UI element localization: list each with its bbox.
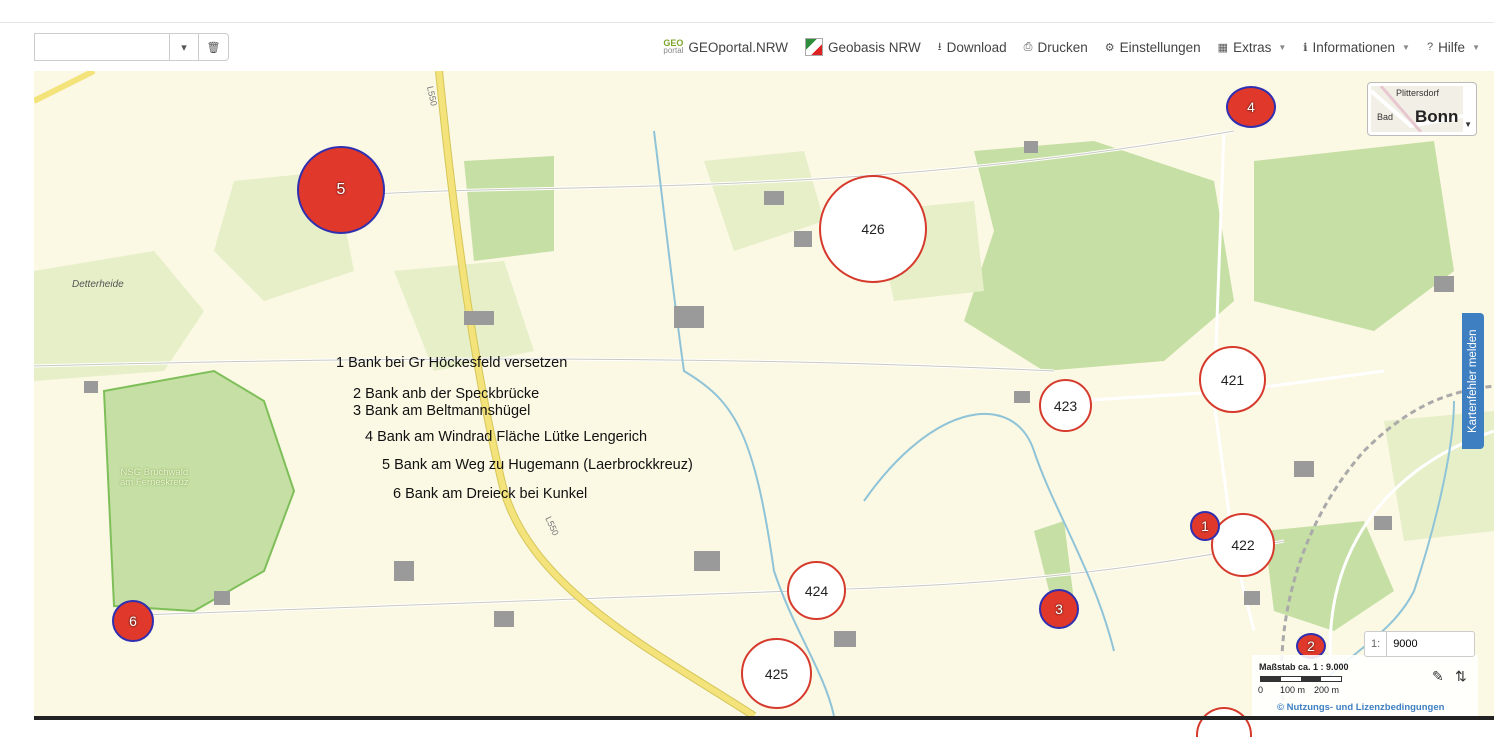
marker-5[interactable]: 5	[297, 146, 385, 234]
building	[394, 561, 414, 581]
map-legend-line-4: 4 Bank am Windrad Fläche Lütke Lengerich	[365, 429, 648, 445]
building	[464, 311, 494, 325]
search-dropdown-button[interactable]: ▾	[169, 33, 199, 61]
edit-icon[interactable]: ✎	[1432, 668, 1444, 685]
search-group: ▾ 🗑	[34, 33, 229, 61]
map-legend-line-2: 2 Bank anb der Speckbrücke	[353, 386, 540, 402]
chevron-down-icon: ▼	[1472, 42, 1480, 52]
building	[494, 611, 514, 627]
place-label-nsg: NSG Bruchwald am Ferneskreuz	[120, 468, 189, 488]
cluster-425[interactable]: 425	[741, 638, 812, 709]
download-icon: ⭳	[937, 40, 942, 53]
marker-4[interactable]: 4	[1226, 86, 1276, 128]
scale-tick: 0	[1258, 685, 1264, 695]
map-legend-line-6: 6 Bank am Dreieck bei Kunkel	[393, 486, 588, 502]
briefcase-icon: ▦	[1217, 41, 1229, 54]
building	[794, 231, 812, 247]
building	[694, 551, 720, 571]
building	[214, 591, 230, 605]
trash-icon: 🗑	[206, 41, 221, 54]
marker-3[interactable]: 3	[1039, 589, 1079, 629]
building	[1014, 391, 1030, 403]
scale-ticks: 0 100 m 200 m	[1258, 685, 1339, 695]
main-nav: GEO portal GEOportal.NRW Geobasis NRW ⭳ D…	[663, 23, 1480, 71]
nrw-logo-icon	[804, 38, 823, 56]
bottom-edge	[34, 716, 1494, 720]
building	[1024, 141, 1038, 153]
nav-settings-label: Einstellungen	[1119, 39, 1201, 55]
building	[84, 381, 98, 393]
nsg-label-line: am Ferneskreuz	[120, 477, 189, 488]
scale-input[interactable]	[1387, 637, 1456, 651]
map-legend-line-3: 3 Bank am Beltmannshügel	[353, 403, 531, 419]
nav-print[interactable]: ⎙ Drucken	[1024, 40, 1088, 55]
nav-extras[interactable]: ▦ Extras ▼	[1218, 40, 1287, 55]
nav-settings[interactable]: ⚙ Einstellungen	[1105, 40, 1201, 55]
cluster-421[interactable]: 421	[1199, 346, 1266, 413]
nav-info-label: Informationen	[1312, 39, 1396, 55]
scale-bar	[1260, 676, 1342, 682]
search-clear-button[interactable]: 🗑	[199, 33, 229, 61]
building	[1244, 591, 1260, 605]
chevron-down-icon: ▼	[1464, 120, 1472, 129]
nav-help-label: Hilfe	[1438, 39, 1466, 55]
marker-6[interactable]: 6	[112, 600, 154, 642]
building	[674, 306, 704, 328]
scale-input-group: 1:	[1364, 631, 1475, 657]
cluster-423[interactable]: 423	[1039, 379, 1092, 432]
overview-label-small: Plittersdorf	[1396, 88, 1440, 98]
nav-extras-label: Extras	[1233, 39, 1272, 55]
nav-print-label: Drucken	[1037, 39, 1088, 55]
chevron-down-icon: ▼	[1278, 42, 1287, 52]
info-icon: ℹ	[1303, 41, 1308, 54]
search-input[interactable]	[34, 33, 169, 61]
place-label-detterheide: Detterheide	[72, 279, 124, 290]
nav-info[interactable]: ℹ Informationen ▼	[1303, 40, 1410, 55]
overview-label-big: Bonn	[1415, 107, 1459, 126]
nav-geoportal-label: GEOportal.NRW	[688, 39, 788, 55]
marker-1[interactable]: 1	[1190, 511, 1220, 541]
forest-patch	[1254, 141, 1454, 331]
building	[764, 191, 784, 205]
nav-help[interactable]: ? Hilfe ▼	[1427, 40, 1480, 55]
building	[1294, 461, 1314, 477]
print-icon: ⎙	[1023, 40, 1033, 53]
question-icon: ?	[1426, 41, 1434, 53]
map-legend-line-1: 1 Bank bei Gr Höckesfeld versetzen	[336, 355, 568, 371]
nav-download[interactable]: ⭳ Download	[938, 38, 1007, 57]
cluster-426[interactable]: 426	[819, 175, 927, 283]
overview-label-small: Bad	[1377, 112, 1394, 122]
main-road-nw	[34, 71, 96, 104]
forest-patch	[464, 156, 554, 261]
nav-geobasis[interactable]: Geobasis NRW	[804, 38, 921, 56]
nav-geobasis-label: Geobasis NRW	[827, 39, 921, 55]
nav-geoportal[interactable]: GEO portal GEOportal.NRW	[663, 39, 788, 55]
chevron-down-icon: ▾	[181, 41, 187, 54]
map-legend-line-5: 5 Bank am Weg zu Hugemann (Laerbrockkreu…	[382, 457, 693, 473]
building	[1374, 516, 1392, 530]
chevron-down-icon: ▼	[1402, 42, 1410, 52]
forest-patch	[1264, 521, 1394, 631]
license-link[interactable]: © Nutzungs- und Lizenzbedingungen	[1277, 702, 1444, 713]
cluster-422[interactable]: 422	[1211, 513, 1275, 577]
scale-caption: Maßstab ca. 1 : 9.000	[1259, 662, 1349, 672]
forest-patch	[964, 141, 1234, 371]
top-toolbar: ▾ 🗑 GEO portal GEOportal.NRW Geobasis NRW…	[0, 22, 1494, 71]
report-map-error-tab[interactable]: Kartenfehler melden	[1462, 313, 1484, 449]
scale-tick: 200 m	[1314, 685, 1340, 695]
nav-download-label: Download	[946, 39, 1007, 55]
scale-tick: 100 m	[1280, 685, 1306, 695]
cluster-424[interactable]: 424	[787, 561, 846, 620]
building	[1434, 276, 1454, 292]
gear-icon: ⚙	[1104, 41, 1115, 54]
geoportal-logo-icon: GEO portal	[663, 38, 684, 55]
overview-map[interactable]: Plittersdorf Bad Bonn ▼	[1367, 82, 1477, 136]
building	[834, 631, 856, 647]
map-canvas[interactable]: Detterheide NSG Bruchwald am Ferneskreuz…	[34, 71, 1494, 716]
map-basemap	[34, 71, 1494, 716]
sort-icon[interactable]: ⇅	[1455, 668, 1467, 685]
scale-prefix: 1:	[1365, 632, 1388, 656]
